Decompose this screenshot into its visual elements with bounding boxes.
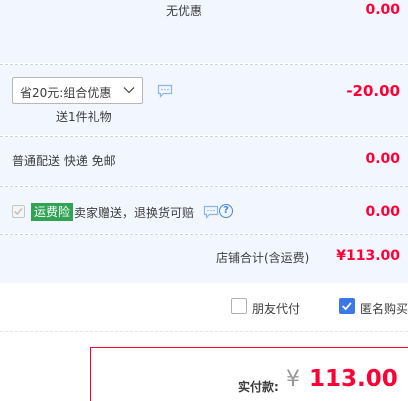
subtotal-amount: ¥113.00 [336,248,400,264]
friend-pay-label[interactable]: 朋友代付 [252,300,300,317]
anonymous-label[interactable]: 匿名购买 [360,300,408,317]
friend-pay-checkbox[interactable] [231,298,247,314]
divider [0,331,408,332]
promo-amount: -20.00 [346,82,400,100]
payment-amount: 113.00 [309,366,398,392]
chat-icon[interactable] [157,84,173,98]
check-icon [342,302,352,311]
discount-panel [0,0,408,63]
question-icon[interactable]: ? [219,204,233,218]
promo-select-value: 省20元:组合优惠 [20,86,112,100]
check-icon [14,208,23,215]
chat-icon[interactable] [203,205,219,219]
anonymous-checkbox[interactable] [339,298,355,314]
gift-label: 送1件礼物 [56,110,112,124]
insurance-amount: 0.00 [365,204,400,220]
shipping-amount: 0.00 [365,151,400,167]
payment-label: 实付款: [238,380,279,394]
insurance-checkbox [12,205,25,218]
discount-amount: 0.00 [365,2,400,18]
insurance-text: 卖家赠送，退换货可赔 [74,206,195,220]
no-discount-label: 无优惠 [166,4,203,18]
subtotal-label: 店铺合计(含运费) [216,251,310,265]
shipping-label: 普通配送 快递 免邮 [12,154,116,168]
chevron-down-icon [123,87,135,94]
payment-currency: ¥ [286,367,300,392]
promo-select[interactable]: 省20元:组合优惠 [12,77,143,104]
insurance-badge: 运费险 [31,203,74,221]
